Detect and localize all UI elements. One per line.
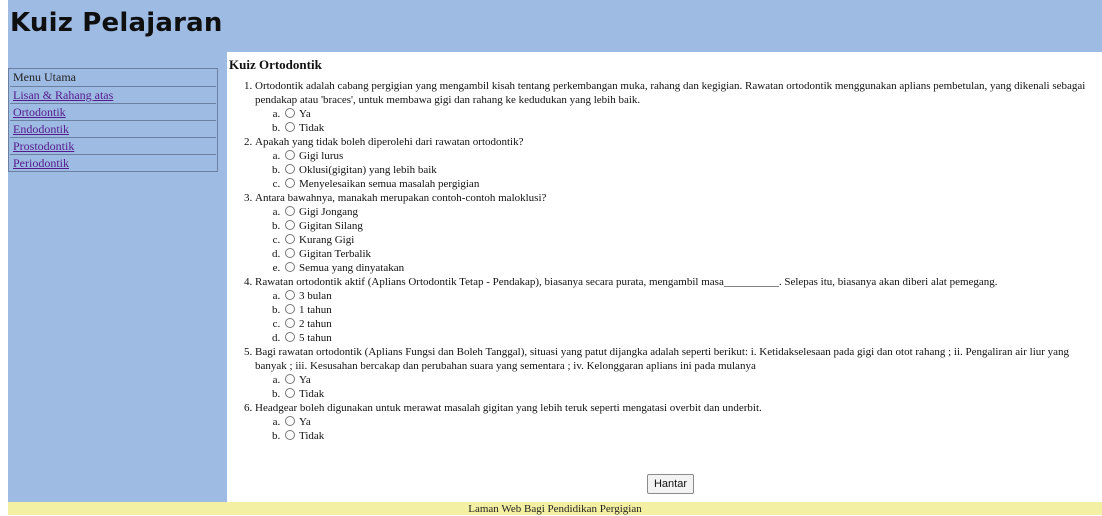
option-item[interactable]: 3 bulan [283,289,1094,303]
option-list: Ya Tidak [255,373,1094,401]
option-item[interactable]: Tidak [283,429,1094,443]
radio-button[interactable] [285,430,295,440]
sidebar-item-ortodontik: Ortodontik [10,103,216,120]
radio-button[interactable] [285,164,295,174]
radio-button[interactable] [285,416,295,426]
sidebar-link-endodontik[interactable]: Endodontik [13,122,69,136]
question-text: Bagi rawatan ortodontik (Aplians Fungsi … [255,346,1070,372]
option-item[interactable]: Menyelesaikan semua masalah pergigian [283,177,1094,191]
sidebar-item-prostodontik: Prostodontik [10,137,216,154]
option-label: Oklusi(gigitan) yang lebih baik [299,164,437,176]
sidebar-item-lisan-rahang: Lisan & Rahang atas [10,86,216,103]
question-text: Ortodontik adalah cabang pergigian yang … [255,80,1086,106]
option-label: Ya [299,416,311,428]
question-item: Antara bawahnya, manakah merupakan conto… [255,191,1094,275]
option-item[interactable]: Semua yang dinyatakan [283,261,1094,275]
radio-button[interactable] [285,150,295,160]
option-label: Tidak [299,388,325,400]
question-text: Headgear boleh digunakan untuk merawat m… [255,402,762,414]
option-item[interactable]: Oklusi(gigitan) yang lebih baik [283,163,1094,177]
option-item[interactable]: 5 tahun [283,331,1094,345]
option-list: Ya Tidak [255,415,1094,443]
sidebar-link-periodontik[interactable]: Periodontik [13,156,69,170]
page-header: Kuiz Pelajaran [8,0,1102,52]
option-label: 5 tahun [299,332,332,344]
option-label: 3 bulan [299,290,332,302]
question-text: Antara bawahnya, manakah merupakan conto… [255,192,547,204]
option-list: 3 bulan 1 tahun 2 tahun 5 tahun [255,289,1094,345]
question-text: Rawatan ortodontik aktif (Aplians Ortodo… [255,276,998,288]
radio-button[interactable] [285,178,295,188]
option-list: Ya Tidak [255,107,1094,135]
radio-button[interactable] [285,206,295,216]
option-label: Kurang Gigi [299,234,355,246]
option-list: Gigi Jongang Gigitan Silang Kurang Gigi … [255,205,1094,275]
option-label: 2 tahun [299,318,332,330]
option-label: Gigitan Terbalik [299,248,372,260]
option-label: Tidak [299,122,325,134]
page-footer: Laman Web Bagi Pendidikan Pergigian [8,502,1102,515]
radio-button[interactable] [285,290,295,300]
option-label: Ya [299,374,311,386]
radio-button[interactable] [285,318,295,328]
question-list: Ortodontik adalah cabang pergigian yang … [229,79,1094,443]
sidebar-item-endodontik: Endodontik [10,120,216,137]
sidebar-link-prostodontik[interactable]: Prostodontik [13,139,74,153]
radio-button[interactable] [285,220,295,230]
question-item: Bagi rawatan ortodontik (Aplians Fungsi … [255,345,1094,401]
option-item[interactable]: Gigitan Silang [283,219,1094,233]
submit-button[interactable]: Hantar [646,474,695,494]
menu-title: Menu Utama [13,70,76,84]
option-item[interactable]: Gigi lurus [283,149,1094,163]
option-label: Gigi lurus [299,150,344,162]
radio-button[interactable] [285,248,295,258]
radio-button[interactable] [285,374,295,384]
option-item[interactable]: Ya [283,415,1094,429]
option-label: Tidak [299,430,325,442]
option-item[interactable]: 2 tahun [283,317,1094,331]
option-label: Menyelesaikan semua masalah pergigian [299,178,480,190]
option-item[interactable]: Gigitan Terbalik [283,247,1094,261]
sidebar: Menu Utama Lisan & Rahang atas Ortodonti… [8,52,227,502]
sidebar-item-periodontik: Periodontik [10,154,216,171]
footer-text: Laman Web Bagi Pendidikan Pergigian [468,503,642,515]
radio-button[interactable] [285,332,295,342]
radio-button[interactable] [285,234,295,244]
radio-button[interactable] [285,262,295,272]
page-title: Kuiz Ortodontik [229,57,322,72]
option-label: 1 tahun [299,304,332,316]
sidebar-link-lisan-rahang[interactable]: Lisan & Rahang atas [13,88,113,102]
option-item[interactable]: Ya [283,373,1094,387]
option-label: Gigitan Silang [299,220,363,232]
question-item: Headgear boleh digunakan untuk merawat m… [255,401,1094,443]
option-label: Gigi Jongang [299,206,358,218]
option-item[interactable]: Ya [283,107,1094,121]
question-item: Ortodontik adalah cabang pergigian yang … [255,79,1094,135]
option-label: Ya [299,108,311,120]
radio-button[interactable] [285,388,295,398]
option-list: Gigi lurus Oklusi(gigitan) yang lebih ba… [255,149,1094,191]
question-item: Apakah yang tidak boleh diperolehi dari … [255,135,1094,191]
question-item: Rawatan ortodontik aktif (Aplians Ortodo… [255,275,1094,345]
submit-area: Hantar [229,474,1094,494]
radio-button[interactable] [285,122,295,132]
quiz-content: Kuiz Ortodontik Ortodontik adalah cabang… [229,57,1094,502]
sidebar-link-ortodontik[interactable]: Ortodontik [13,105,66,119]
site-title: Kuiz Pelajaran [10,8,223,38]
option-item[interactable]: 1 tahun [283,303,1094,317]
option-item[interactable]: Tidak [283,121,1094,135]
option-item[interactable]: Tidak [283,387,1094,401]
radio-button[interactable] [285,108,295,118]
option-item[interactable]: Gigi Jongang [283,205,1094,219]
question-text: Apakah yang tidak boleh diperolehi dari … [255,136,524,148]
option-item[interactable]: Kurang Gigi [283,233,1094,247]
radio-button[interactable] [285,304,295,314]
main-menu: Menu Utama Lisan & Rahang atas Ortodonti… [8,68,218,172]
option-label: Semua yang dinyatakan [299,262,405,274]
